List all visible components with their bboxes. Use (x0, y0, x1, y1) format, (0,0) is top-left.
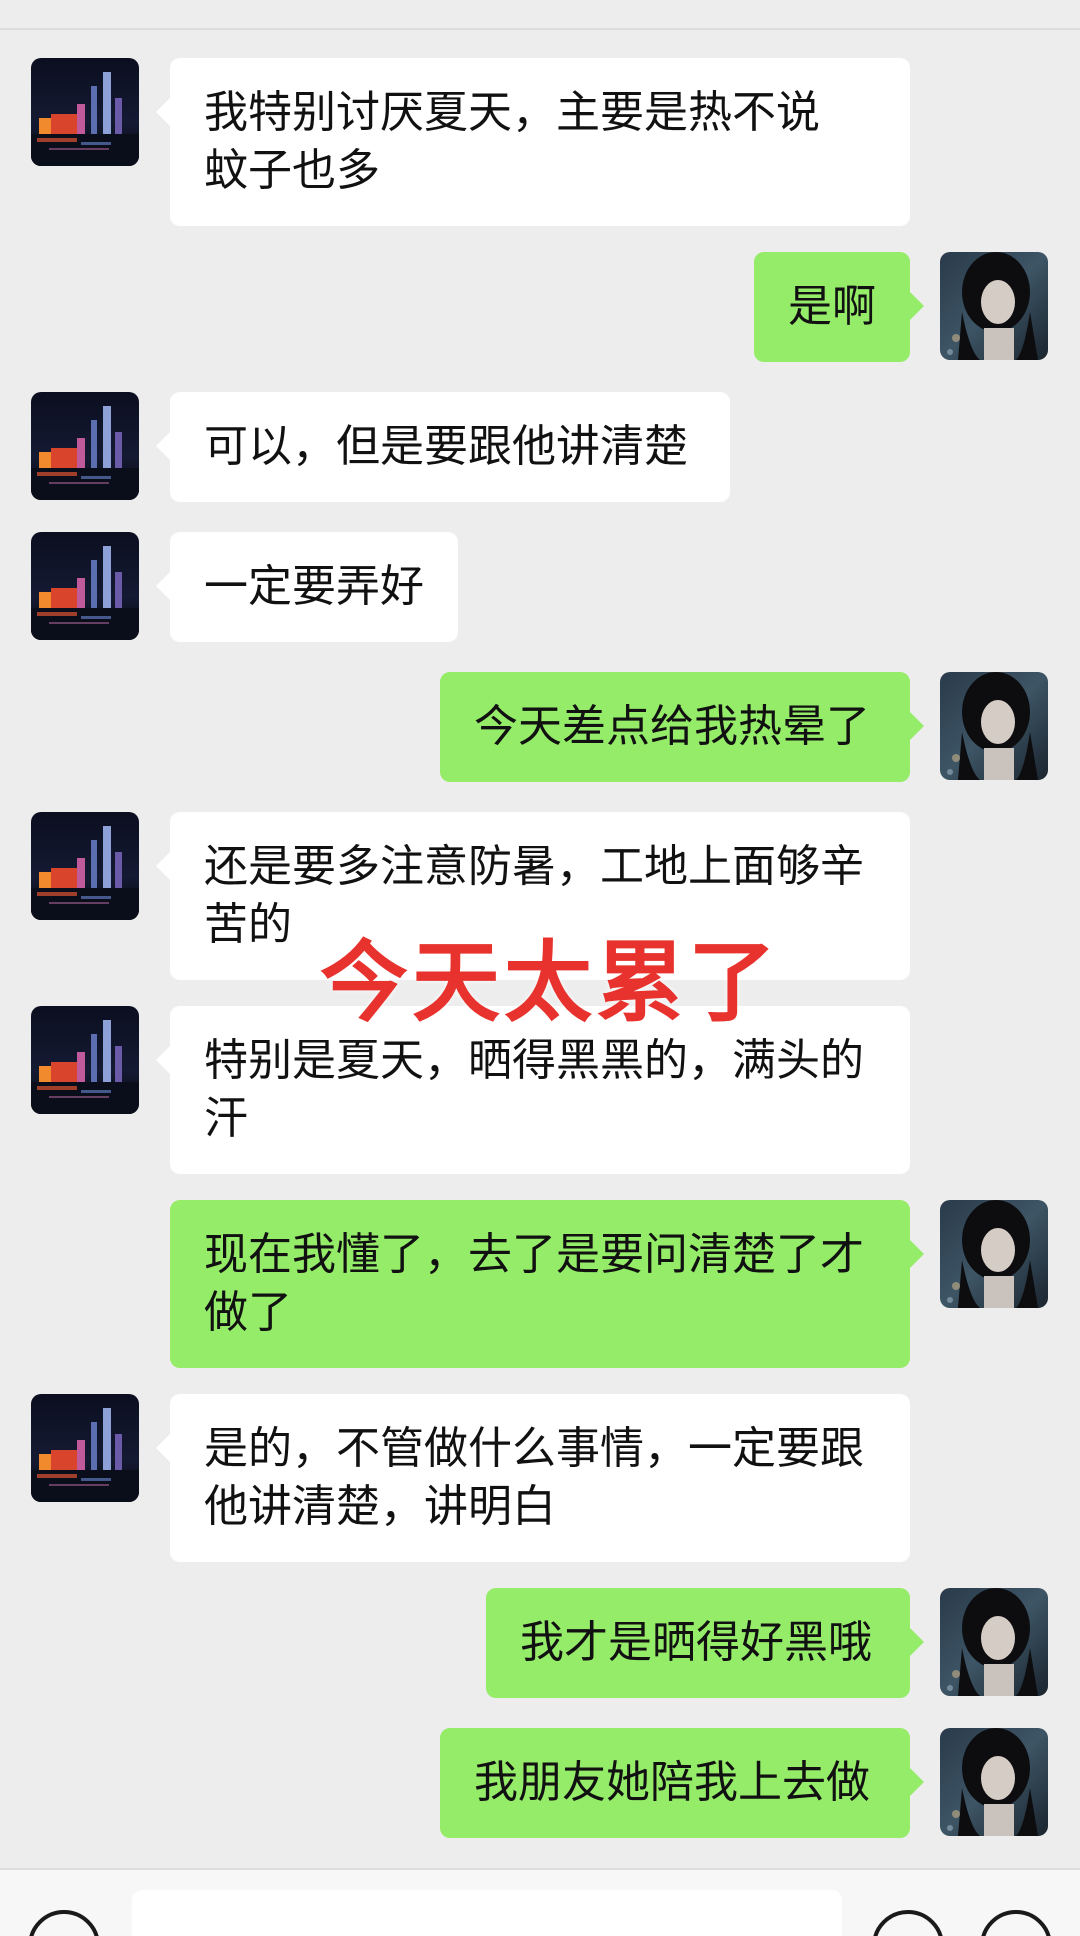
message-bubble-received[interactable]: 是的，不管做什么事情，一定要跟他讲清楚，讲明白 (156, 1394, 910, 1562)
city-night-avatar-icon (31, 392, 139, 500)
contact-avatar[interactable] (31, 532, 139, 640)
message-input[interactable] (132, 1890, 842, 1936)
self-avatar[interactable] (940, 252, 1048, 360)
message-bubble-sent[interactable]: 我朋友她陪我上去做 (440, 1728, 924, 1838)
message-bubble-received[interactable]: 一定要弄好 (156, 532, 458, 642)
self-avatar[interactable] (940, 672, 1048, 780)
input-bar (0, 1868, 1080, 1936)
message-text: 是啊 (788, 281, 876, 332)
header-divider (0, 28, 1080, 30)
contact-avatar[interactable] (31, 58, 139, 166)
girl-portrait-avatar-icon (940, 1588, 1048, 1696)
self-avatar[interactable] (940, 1728, 1048, 1836)
contact-avatar[interactable] (31, 812, 139, 920)
message-text: 现在我懂了，去了是要问清楚了才做了 (204, 1229, 864, 1338)
voice-icon[interactable] (28, 1910, 100, 1936)
contact-avatar[interactable] (31, 1006, 139, 1114)
message-bubble-received[interactable]: 我特别讨厌夏天，主要是热不说 蚊子也多 (156, 58, 910, 226)
message-bubble-sent[interactable]: 是啊 (754, 252, 924, 362)
girl-portrait-avatar-icon (940, 252, 1048, 360)
self-avatar[interactable] (940, 1200, 1048, 1308)
city-night-avatar-icon (31, 1006, 139, 1114)
message-text: 我才是晒得好黑哦 (520, 1617, 872, 1668)
message-text: 是的，不管做什么事情，一定要跟他讲清楚，讲明白 (204, 1423, 864, 1532)
city-night-avatar-icon (31, 812, 139, 920)
contact-avatar[interactable] (31, 392, 139, 500)
contact-avatar[interactable] (31, 1394, 139, 1502)
message-bubble-sent[interactable]: 我才是晒得好黑哦 (486, 1588, 924, 1698)
message-bubble-sent[interactable]: 今天差点给我热晕了 (440, 672, 924, 782)
message-text: 我特别讨厌夏天，主要是热不说 蚊子也多 (204, 87, 820, 196)
emoji-icon[interactable] (872, 1910, 944, 1936)
plus-icon[interactable] (980, 1910, 1052, 1936)
message-text: 我朋友她陪我上去做 (474, 1757, 870, 1808)
message-bubble-received[interactable]: 可以，但是要跟他讲清楚 (156, 392, 730, 502)
message-text: 一定要弄好 (204, 561, 424, 612)
overlay-caption: 今天太累了 (320, 931, 781, 1034)
city-night-avatar-icon (31, 1394, 139, 1502)
message-text: 可以，但是要跟他讲清楚 (204, 421, 688, 472)
message-text: 今天差点给我热晕了 (474, 701, 870, 752)
message-bubble-sent[interactable]: 现在我懂了，去了是要问清楚了才做了 (170, 1200, 924, 1368)
girl-portrait-avatar-icon (940, 1728, 1048, 1836)
girl-portrait-avatar-icon (940, 672, 1048, 780)
message-text: 特别是夏天，晒得黑黑的，满头的汗 (204, 1035, 864, 1144)
girl-portrait-avatar-icon (940, 1200, 1048, 1308)
city-night-avatar-icon (31, 58, 139, 166)
city-night-avatar-icon (31, 532, 139, 640)
self-avatar[interactable] (940, 1588, 1048, 1696)
